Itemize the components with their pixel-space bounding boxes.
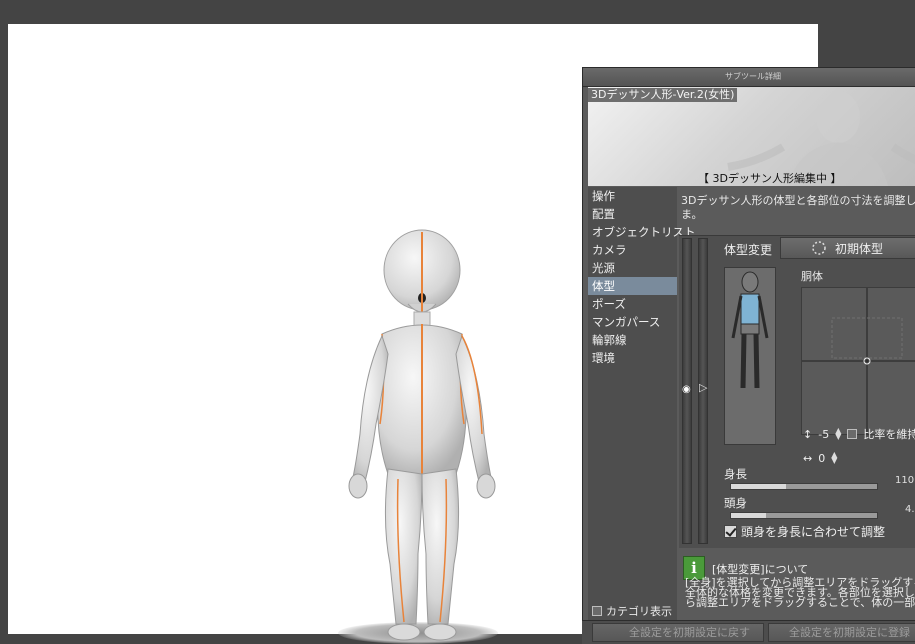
category-item-body-shape[interactable]: 体型: [588, 277, 677, 295]
eye-icon[interactable]: ◉: [682, 384, 691, 395]
category-item-camera[interactable]: カメラ: [588, 241, 677, 259]
adjust-head-ratio-checkbox[interactable]: [724, 525, 737, 538]
adjust-head-ratio-label: 頭身を身長に合わせて調整: [741, 525, 886, 539]
sub-tool-detail-panel: サブツール詳細 3Dデッサン人形-Ver.2(女性) 【 3Dデッサン人形編集中…: [582, 67, 915, 643]
adjust-head-ratio-row[interactable]: 頭身を身長に合わせて調整: [724, 523, 885, 540]
panel-title[interactable]: サブツール詳細: [583, 68, 915, 87]
category-item-manga-perspective[interactable]: マンガパース: [588, 313, 677, 331]
info-area: i [体型変更]について [全身]を選択してから調整エリアをドラッグすること 全…: [679, 549, 915, 621]
horizontal-value: 0: [818, 451, 826, 465]
height-slider[interactable]: [730, 483, 878, 490]
vertical-value: -5: [818, 427, 830, 441]
section-label-body-shape-change: 体型変更: [724, 243, 773, 257]
expand-triangle-icon[interactable]: ▷: [699, 381, 707, 394]
category-item-operation[interactable]: 操作: [588, 187, 677, 205]
height-label: 身長: [724, 467, 747, 481]
category-item-placement[interactable]: 配置: [588, 205, 677, 223]
adjustment-grid-lines[interactable]: [802, 288, 915, 434]
height-slider-fill: [731, 484, 787, 489]
category-list: 操作 配置 オブジェクトリスト カメラ 光源 体型 ポーズ マンガパース 輪郭線…: [588, 187, 696, 621]
head-ratio-slider-fill: [731, 513, 767, 518]
horizontal-arrow-icon: ↔: [803, 451, 813, 465]
bottom-button-bar: 全設定を初期設定に戻す 全設定を初期設定に登録: [582, 620, 915, 644]
category-item-environment[interactable]: 環境: [588, 349, 677, 367]
body-silhouette[interactable]: [725, 268, 775, 444]
spin-arrows-icon[interactable]: ▲ ▼: [835, 427, 841, 441]
register-as-initial-button[interactable]: 全設定を初期設定に登録: [768, 623, 915, 642]
body-part-selector[interactable]: [724, 267, 776, 445]
category-item-light-source[interactable]: 光源: [588, 259, 677, 277]
head-ratio-label: 頭身: [724, 496, 747, 510]
preview-name: 3Dデッサン人形-Ver.2(女性): [588, 88, 738, 102]
category-display-checkbox[interactable]: [592, 606, 602, 616]
preview-area: 3Dデッサン人形-Ver.2(女性) 【 3Dデッサン人形編集中 】: [588, 87, 915, 186]
vertical-stepper[interactable]: ↕ -5 ▲ ▼ 比率を維持: [803, 426, 915, 442]
height-value: 110.0: [895, 475, 915, 486]
spin-arrows-icon[interactable]: ▲ ▼: [831, 451, 837, 465]
head-ratio-value: 4.5: [905, 504, 915, 515]
vertical-arrow-icon: ↕: [803, 427, 813, 441]
category-item-object-list[interactable]: オブジェクトリスト: [588, 223, 696, 241]
dashed-circle-icon: [812, 241, 826, 255]
preview-caption: 【 3Dデッサン人形編集中 】: [698, 172, 842, 185]
reset-to-initial-button[interactable]: 全設定を初期設定に戻す: [592, 623, 764, 642]
initial-body-shape-button[interactable]: 初期体型: [780, 237, 915, 259]
category-display-toggle[interactable]: カテゴリ表示: [588, 602, 681, 620]
adjustment-grid[interactable]: [801, 287, 915, 435]
reset-label: 全設定を初期設定に戻す: [629, 626, 750, 639]
category-item-outline[interactable]: 輪郭線: [588, 331, 677, 349]
category-display-label: カテゴリ表示: [606, 605, 672, 618]
info-body: [全身]を選択してから調整エリアをドラッグすること 全体的な体格を変更できます。…: [685, 577, 915, 609]
register-label: 全設定を初期設定に登録: [789, 626, 910, 639]
head-ratio-slider[interactable]: [730, 512, 878, 519]
3d-doll-figure[interactable]: [338, 224, 508, 644]
keep-ratio-checkbox[interactable]: [847, 429, 858, 439]
description-text: 3Dデッサン人形の体型と各部位の寸法を調整しま。: [681, 194, 915, 221]
initial-body-shape-label: 初期体型: [835, 241, 884, 256]
category-item-pose[interactable]: ポーズ: [588, 295, 677, 313]
info-title: [体型変更]について: [712, 563, 809, 576]
keep-ratio-label: 比率を維持: [863, 428, 915, 441]
horizontal-stepper[interactable]: ↔ 0 ▲ ▼: [803, 450, 837, 466]
torso-label: 胴体: [801, 270, 823, 283]
info-line: ら調整エリアをドラッグすることで、体の一部の幅や: [685, 596, 915, 609]
